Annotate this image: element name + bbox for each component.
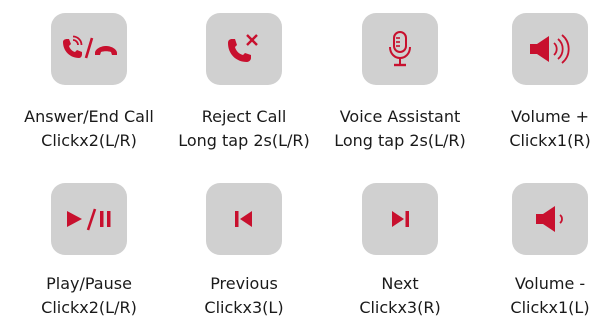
control-label: Answer/End Call Clickx2(L/R)	[4, 105, 174, 153]
control-gesture: Clickx2(L/R)	[41, 298, 137, 317]
control-gesture: Clickx2(L/R)	[41, 131, 137, 150]
play-pause-tile[interactable]	[51, 183, 127, 255]
microphone-icon	[389, 31, 411, 67]
control-name: Next	[381, 274, 419, 293]
control-gesture: Clickx3(L)	[204, 298, 284, 317]
control-name: Volume +	[511, 107, 589, 126]
answer-end-call-tile[interactable]	[51, 13, 127, 85]
touch-controls-grid: Answer/End Call Clickx2(L/R) Reject Call…	[0, 0, 596, 320]
volume-up-tile[interactable]	[512, 13, 588, 85]
control-label: Play/Pause Clickx2(L/R)	[4, 272, 174, 320]
control-gesture: Clickx3(R)	[359, 298, 441, 317]
volume-down-tile[interactable]	[512, 183, 588, 255]
control-gesture: Clickx1(L)	[510, 298, 590, 317]
control-label: Previous Clickx3(L)	[159, 272, 329, 320]
reject-call-tile[interactable]	[206, 13, 282, 85]
voice-assistant-tile[interactable]	[362, 13, 438, 85]
control-gesture: Long tap 2s(L/R)	[334, 131, 466, 150]
next-track-icon	[392, 211, 409, 227]
previous-tile[interactable]	[206, 183, 282, 255]
control-gesture: Clickx1(R)	[509, 131, 591, 150]
phone-reject-icon	[228, 34, 258, 62]
next-tile[interactable]	[362, 183, 438, 255]
previous-track-icon	[235, 211, 252, 227]
control-label: Next Clickx3(R)	[315, 272, 485, 320]
control-gesture: Long tap 2s(L/R)	[178, 131, 310, 150]
control-label: Voice Assistant Long tap 2s(L/R)	[315, 105, 485, 153]
control-label: Volume - Clickx1(L)	[465, 272, 596, 320]
control-label: Reject Call Long tap 2s(L/R)	[159, 105, 329, 153]
volume-up-icon	[530, 34, 570, 64]
control-name: Volume -	[514, 274, 586, 293]
control-name: Answer/End Call	[24, 107, 154, 126]
control-name: Reject Call	[201, 107, 287, 126]
phone-answer-end-icon	[63, 35, 117, 59]
volume-down-icon	[536, 206, 563, 232]
control-name: Play/Pause	[46, 274, 132, 293]
play-pause-icon	[67, 208, 111, 231]
control-label: Volume + Clickx1(R)	[465, 105, 596, 153]
control-name: Voice Assistant	[339, 107, 461, 126]
control-name: Previous	[210, 274, 278, 293]
